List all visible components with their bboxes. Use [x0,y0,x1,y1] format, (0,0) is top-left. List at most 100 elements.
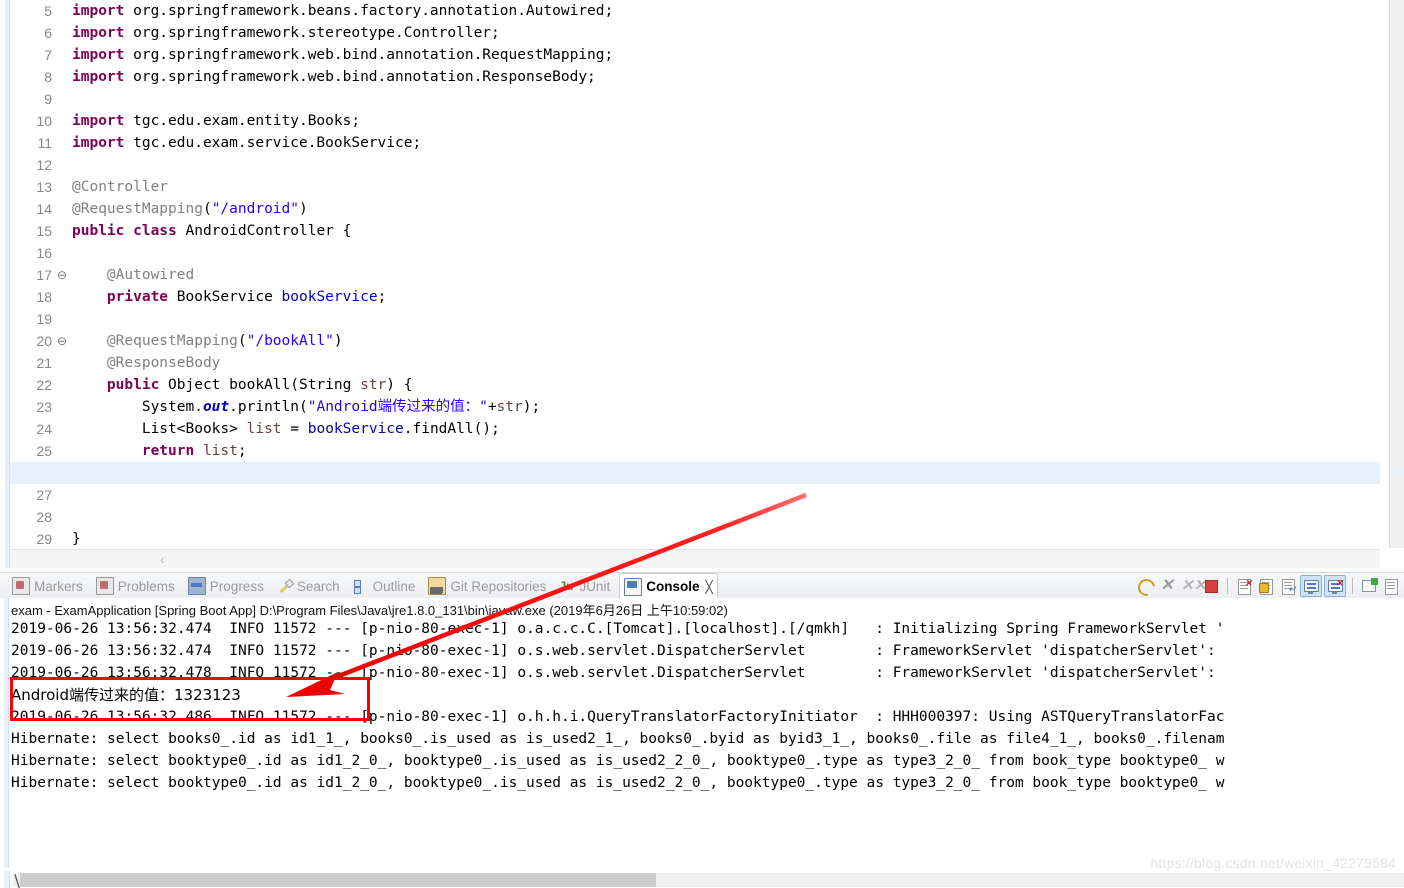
code-line[interactable]: 25 return list; [10,440,1380,462]
code-line-text: @Controller [72,179,169,195]
fold-collapse-icon[interactable]: ⊖ [56,330,68,352]
code-line[interactable]: 16 [10,242,1380,264]
show-console-on-output-icon[interactable] [1300,575,1322,597]
code-line[interactable]: 11 import tgc.edu.exam.service.BookServic… [10,132,1380,154]
console-icon [624,577,643,596]
line-number: 17 [36,267,52,283]
scrollbar-thumb[interactable] [20,873,656,887]
code-line[interactable]: 17 ⊖ @Autowired [10,264,1380,286]
code-line[interactable]: 20 ⊖ @RequestMapping("/bookAll") [10,330,1380,352]
git-repositories-icon: GIT [428,577,447,595]
close-icon[interactable]: ╳ [705,580,712,594]
fold-collapse-icon[interactable]: ⊖ [56,264,68,286]
code-line[interactable]: 14 @RequestMapping("/android") [10,198,1380,220]
code-line[interactable]: 10 import tgc.edu.exam.entity.Books; [10,110,1380,132]
code-line[interactable]: 22 public Object bookAll(String str) { [10,374,1380,396]
editor-scroll-left-glyph[interactable]: ‹ [160,551,165,567]
code-line[interactable]: 23 System.out.println("Android端传过来的值："+s… [10,396,1380,418]
line-number: 21 [36,355,52,371]
code-line[interactable]: 12 [10,154,1380,176]
code-line[interactable]: 18 private BookService bookService; [10,286,1380,308]
view-tab-markers[interactable]: Markers [8,573,92,599]
code-line[interactable]: 19 [10,308,1380,330]
code-line[interactable]: 24 List<Books> list = bookService.findAl… [10,418,1380,440]
console-line: 2019-06-26 13:56:32.474 INFO 11572 --- [… [11,621,1225,637]
search-icon [277,578,293,594]
line-number: 6 [44,25,52,41]
editor-overview-ruler[interactable] [1389,0,1404,548]
code-line[interactable]: 13 @Controller [10,176,1380,198]
console-line: Hibernate: select booktype0_.id as id1_2… [11,753,1225,769]
code-line-text: @ResponseBody [72,355,221,371]
code-line[interactable]: 9 [10,88,1380,110]
code-line-text: @RequestMapping("/android") [72,201,308,217]
code-line-text: } [72,531,81,547]
csdn-watermark: https://blog.csdn.net/weixin_42279584 [1150,855,1396,871]
code-line[interactable]: 5 import org.springframework.beans.factor… [10,0,1380,22]
code-line[interactable]: 7 import org.springframework.web.bind.ann… [10,44,1380,66]
view-tab-label: Console [646,579,700,594]
line-number: 5 [44,3,52,19]
view-tab-problems[interactable]: Problems [92,573,184,599]
line-number: 24 [36,421,52,437]
show-console-on-error-icon[interactable]: ✕ [1324,575,1346,597]
word-wrap-icon[interactable]: ↵ [1278,576,1298,596]
code-line[interactable]: 8 import org.springframework.web.bind.ann… [10,66,1380,88]
clear-console-icon[interactable]: ✕ [1234,576,1254,596]
code-line-text: import org.springframework.stereotype.Co… [72,25,500,41]
view-tab-console[interactable]: Console ╳ [619,573,718,599]
toolbar-separator [1352,578,1353,594]
editor-left-margin-strip [0,0,10,572]
code-line[interactable]: 21 @ResponseBody [10,352,1380,374]
code-line[interactable]: 15 public class AndroidController { [10,220,1380,242]
view-tab-search[interactable]: Search [273,573,349,599]
refresh-icon[interactable] [1134,575,1159,600]
code-line[interactable]: 28 [10,506,1380,528]
code-line-text: import org.springframework.web.bind.anno… [72,47,614,63]
view-tab-bar[interactable]: Markers Problems Progress Search Outline GIT G… [0,572,1404,600]
code-line-text: import tgc.edu.exam.entity.Books; [72,113,361,129]
line-number: 13 [36,179,52,195]
remove-all-terminated-icon[interactable]: ✕✕ [1179,576,1206,596]
view-tab-label: JUnit [579,578,611,594]
terminate-icon[interactable]: ✕ [1157,576,1177,596]
console-line: Hibernate: select booktype0_.id as id1_2… [11,775,1225,791]
code-line[interactable]: 29} [10,528,1380,548]
view-tabs-list[interactable]: Markers Problems Progress Search Outline GIT G… [8,573,718,599]
view-tab-label: Search [296,578,340,594]
scroll-lock-icon[interactable] [1256,576,1276,596]
view-tab-outline[interactable]: Outline [349,573,425,599]
toolbar-separator [1227,578,1228,594]
view-tab-junit[interactable]: Ju JUnit [555,573,619,599]
line-number: 28 [36,509,52,525]
line-number: 9 [44,91,52,107]
view-tab-git-repositories[interactable]: GIT Git Repositories [424,573,555,599]
line-number: 10 [36,113,52,129]
code-line[interactable]: 6 import org.springframework.stereotype.C… [10,22,1380,44]
console-view-toolbar[interactable]: ✕ ✕✕ ✕ ↵ ✕ [1134,573,1402,600]
line-number: 29 [36,531,52,547]
display-selected-console-icon[interactable] [1381,576,1401,596]
view-tab-label: Outline [372,578,416,594]
editor-horizontal-scrollbar[interactable]: ‹ [10,549,1380,568]
view-tab-label: Git Repositories [450,578,547,594]
console-view[interactable]: exam - ExamApplication [Spring Boot App]… [0,598,1404,868]
window-horizontal-scrollbar[interactable]: ╱ [0,871,1404,888]
line-number: 16 [36,245,52,261]
console-line: 2019-06-26 13:56:32.486 INFO 11572 --- [… [11,709,1225,725]
code-line-text: List<Books> list = bookService.findAll()… [72,421,500,437]
code-line[interactable]: 27 [10,484,1380,506]
line-number: 20 [36,333,52,349]
editor-left-accent [5,0,9,572]
console-output-text[interactable]: 2019-06-26 13:56:32.474 INFO 11572 --- [… [11,618,1404,864]
line-number: 11 [37,135,52,151]
console-process-header: exam - ExamApplication [Spring Boot App]… [11,603,728,618]
code-line-text: private BookService bookService; [72,289,387,305]
open-console-icon[interactable] [1359,576,1379,596]
java-code-editor[interactable]: 5 import org.springframework.beans.factor… [0,0,1404,572]
view-tab-progress[interactable]: Progress [184,573,273,599]
console-left-accent [4,598,8,868]
line-number: 15 [36,223,52,239]
code-line-text: import org.springframework.beans.factory… [72,3,614,19]
stop-icon[interactable] [1201,576,1221,596]
